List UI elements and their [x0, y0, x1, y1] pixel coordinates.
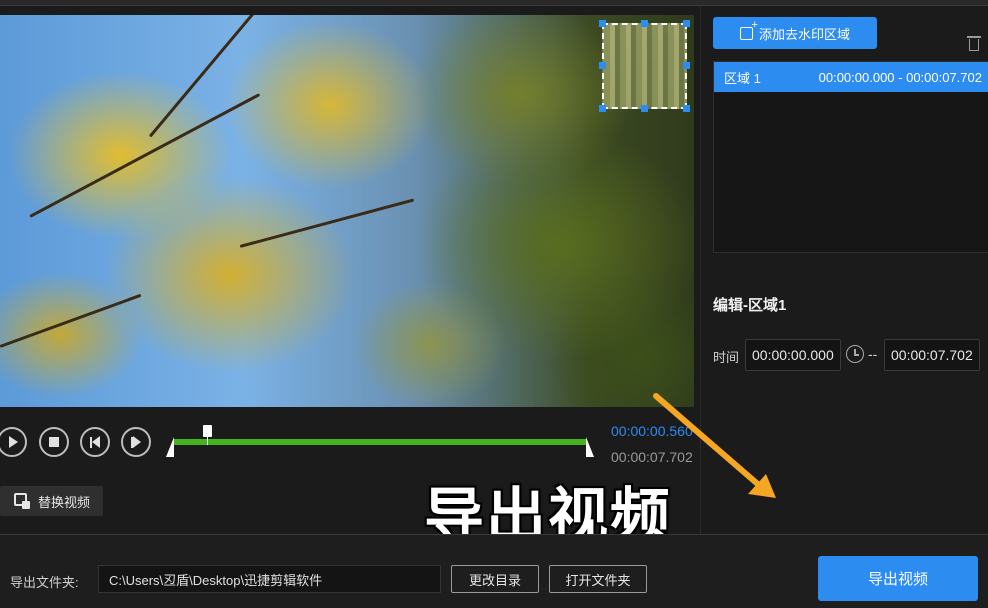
open-folder-button[interactable]: 打开文件夹 — [549, 565, 647, 593]
export-folder-label: 导出文件夹: — [10, 575, 79, 590]
export-bar: 导出文件夹: C:\Users\丒盾\Desktop\迅捷剪辑软件 更改目录 打… — [0, 534, 988, 608]
export-video-button[interactable]: 导出视频 — [818, 556, 978, 601]
change-directory-button[interactable]: 更改目录 — [451, 565, 539, 593]
watermark-remover-window: 00:00:00.560 00:00:07.702 替换视频 添加去水印区域 区… — [0, 0, 988, 608]
export-path-field[interactable]: C:\Users\丒盾\Desktop\迅捷剪辑软件 — [98, 565, 441, 593]
